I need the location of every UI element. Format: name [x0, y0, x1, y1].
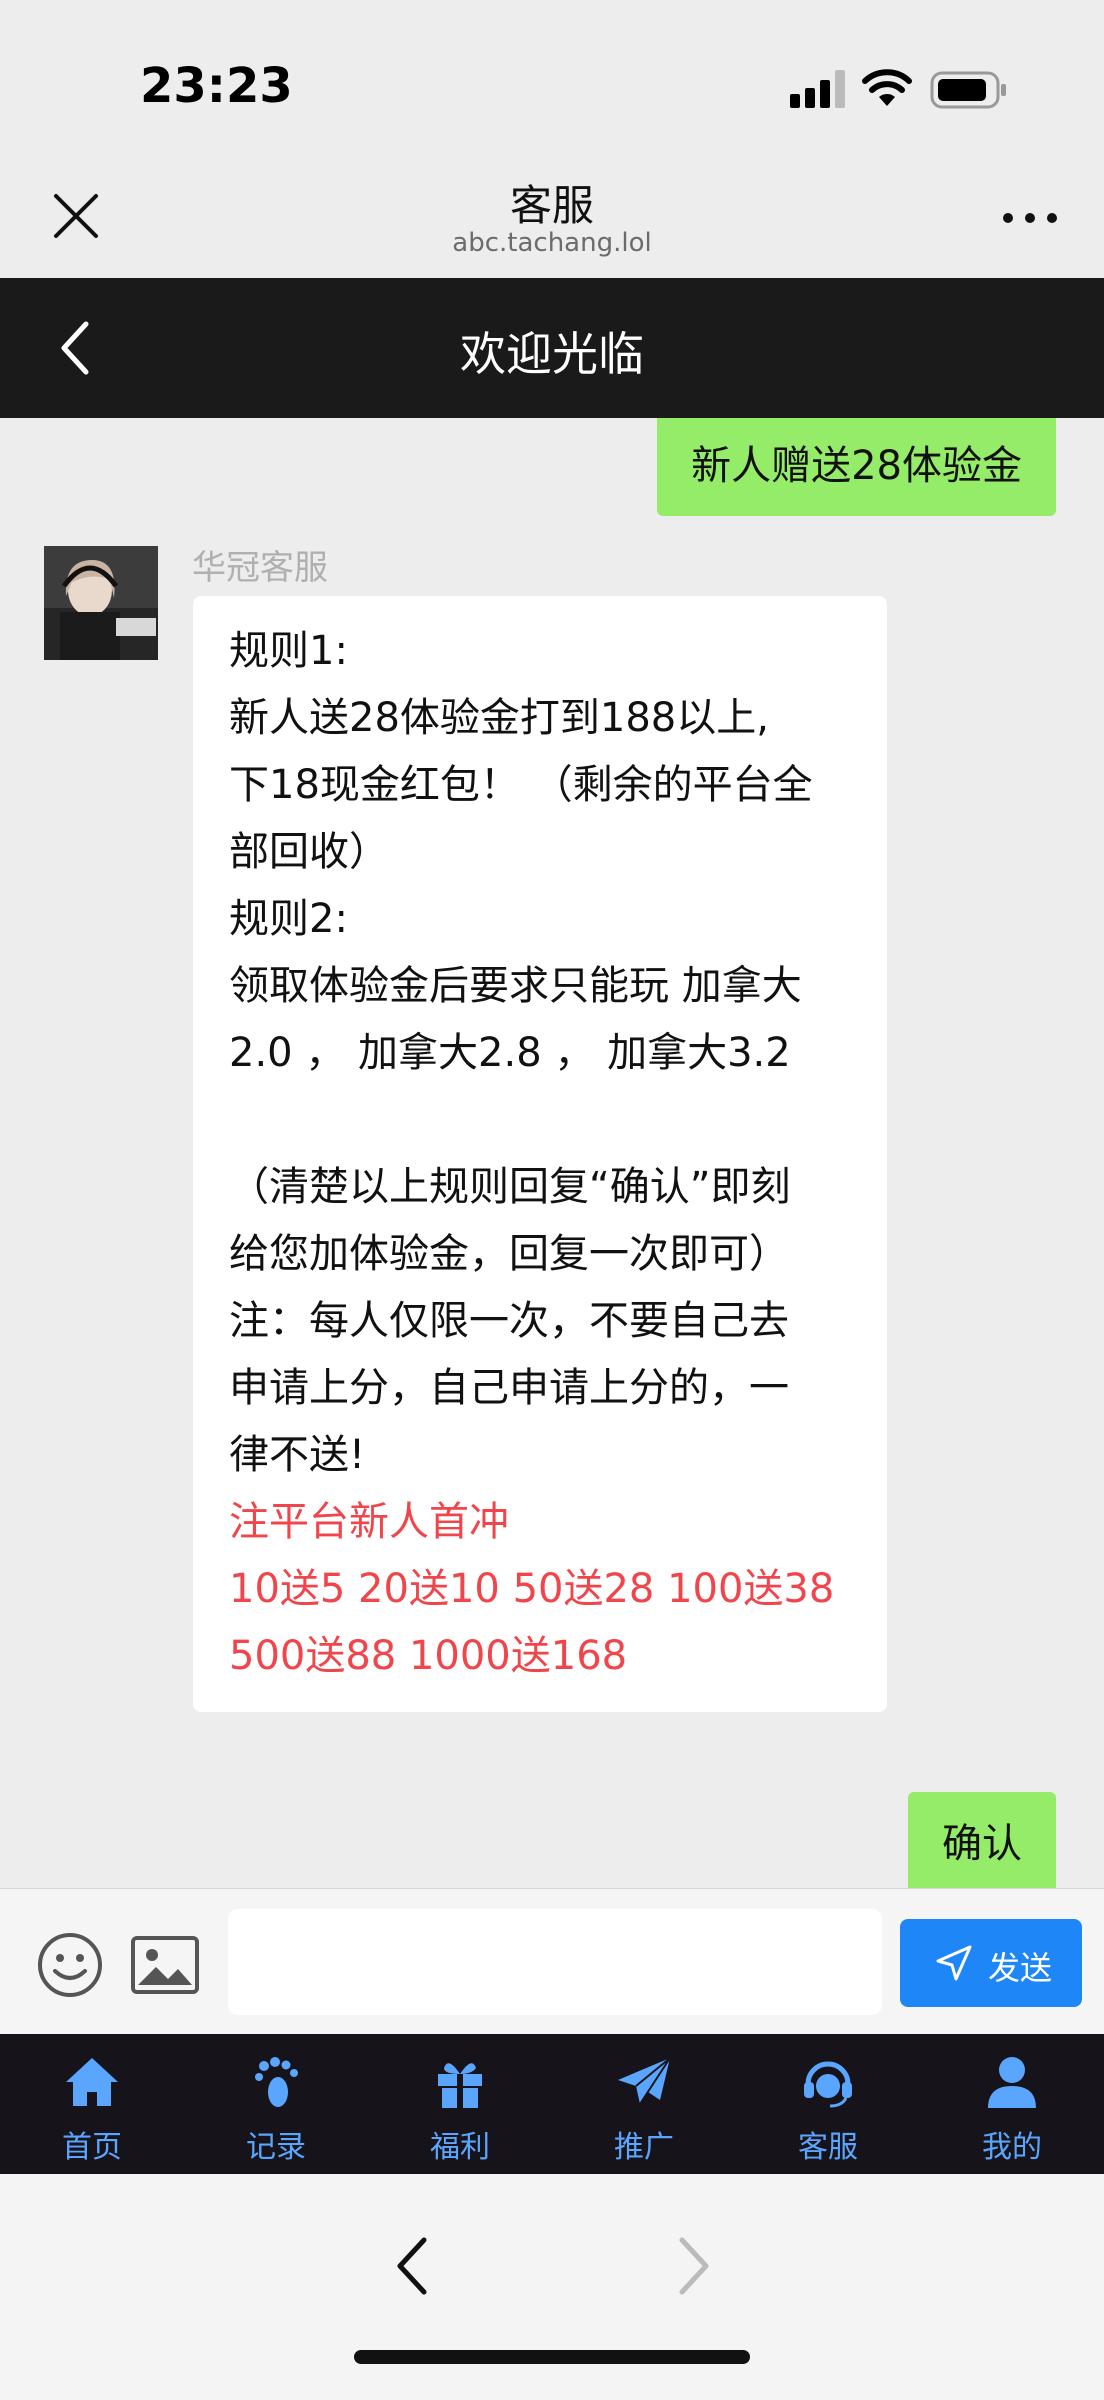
- nav-label: 福利: [430, 2130, 490, 2165]
- message-line: [229, 1087, 851, 1154]
- nav-label: 首页: [62, 2130, 122, 2165]
- sent-message-bubble: 确认: [908, 1792, 1056, 1888]
- headset-icon: [804, 2061, 852, 2108]
- message-line: 规则2:: [229, 896, 348, 942]
- promo-line: 注平台新人首冲: [229, 1499, 509, 1545]
- message-line: 领取体验金后要求只能玩 加拿大: [229, 963, 802, 1009]
- browser-forward-icon[interactable]: [674, 2234, 714, 2298]
- send-icon: [936, 1945, 972, 1981]
- message-input[interactable]: [228, 1909, 882, 2015]
- message-line: 新人送28体验金打到188以上,: [229, 695, 769, 741]
- promo-line: 10送5 20送10 50送28 100送38: [229, 1566, 835, 1612]
- message-line: 2.0 ， 加拿大2.8 ， 加拿大3.2: [229, 1030, 791, 1076]
- footprint-icon: [255, 2057, 298, 2107]
- message-line: 部回收）: [229, 829, 389, 875]
- received-message-bubble: 规则1: 新人送28体验金打到188以上, 下18现金红包！ （剩余的平台全 部…: [193, 596, 887, 1712]
- page-header: 欢迎光临: [0, 278, 1104, 418]
- nav-item-home[interactable]: 首页: [0, 2034, 184, 2174]
- agent-avatar: [44, 546, 158, 660]
- wifi-icon: [862, 69, 912, 106]
- message-line: 注：每人仅限一次，不要自己去: [229, 1298, 789, 1344]
- message-line: 给您加体验金，回复一次即可）: [229, 1231, 789, 1277]
- browser-header: 客服 abc.tachang.lol: [0, 160, 1104, 278]
- message-line: 下18现金红包！ （剩余的平台全: [229, 762, 813, 808]
- browser-title: 客服: [509, 181, 594, 230]
- promo-line: 500送88 1000送168: [229, 1633, 628, 1679]
- nav-item-service[interactable]: 客服: [736, 2034, 920, 2174]
- gift-icon: [438, 2063, 482, 2108]
- nav-label: 客服: [798, 2130, 858, 2165]
- send-button[interactable]: 发送: [900, 1919, 1082, 2007]
- send-button-label: 发送: [988, 1949, 1053, 1987]
- message-input-bar: 发送: [0, 1888, 1104, 2035]
- battery-icon: [930, 71, 1006, 109]
- nav-item-promote[interactable]: 推广: [552, 2034, 736, 2174]
- browser-url: abc.tachang.lol: [452, 228, 652, 258]
- home-indicator[interactable]: [354, 2350, 750, 2364]
- nav-label: 记录: [246, 2130, 306, 2165]
- browser-back-icon[interactable]: [392, 2234, 432, 2298]
- more-options-icon[interactable]: [1000, 210, 1060, 226]
- nav-item-mine[interactable]: 我的: [920, 2034, 1104, 2174]
- sent-message-bubble: 新人赠送28体验金: [657, 418, 1056, 516]
- nav-item-welfare[interactable]: 福利: [368, 2034, 552, 2174]
- cellular-signal-icon: [790, 70, 845, 108]
- avatar-image: [44, 546, 158, 660]
- chat-area[interactable]: 新人赠送28体验金 华冠客服 规则1: 新人送28体验金打到188以上, 下18…: [0, 418, 1104, 1888]
- message-line: 规则1:: [229, 628, 348, 674]
- message-line: （清楚以上规则回复“确认”即刻: [229, 1164, 791, 1210]
- page-title: 欢迎光临: [460, 327, 644, 381]
- sender-name: 华冠客服: [192, 548, 328, 588]
- status-time: 23:23: [140, 58, 293, 114]
- user-icon: [988, 2057, 1036, 2108]
- nav-item-records[interactable]: 记录: [184, 2034, 368, 2174]
- home-icon: [66, 2058, 118, 2106]
- paper-plane-icon: [618, 2057, 671, 2105]
- message-line: 申请上分，自己申请上分的，一: [229, 1365, 789, 1411]
- image-icon[interactable]: [130, 1935, 200, 1995]
- bottom-nav: 首页 记录 福利 推广 客服 我的: [0, 2034, 1104, 2174]
- status-bar: 23:23: [0, 0, 1104, 160]
- browser-toolbar: [0, 2174, 1104, 2400]
- nav-label: 推广: [614, 2130, 674, 2165]
- nav-label: 我的: [982, 2130, 1042, 2165]
- emoji-icon[interactable]: [36, 1931, 104, 1999]
- message-line: 律不送!: [229, 1432, 366, 1478]
